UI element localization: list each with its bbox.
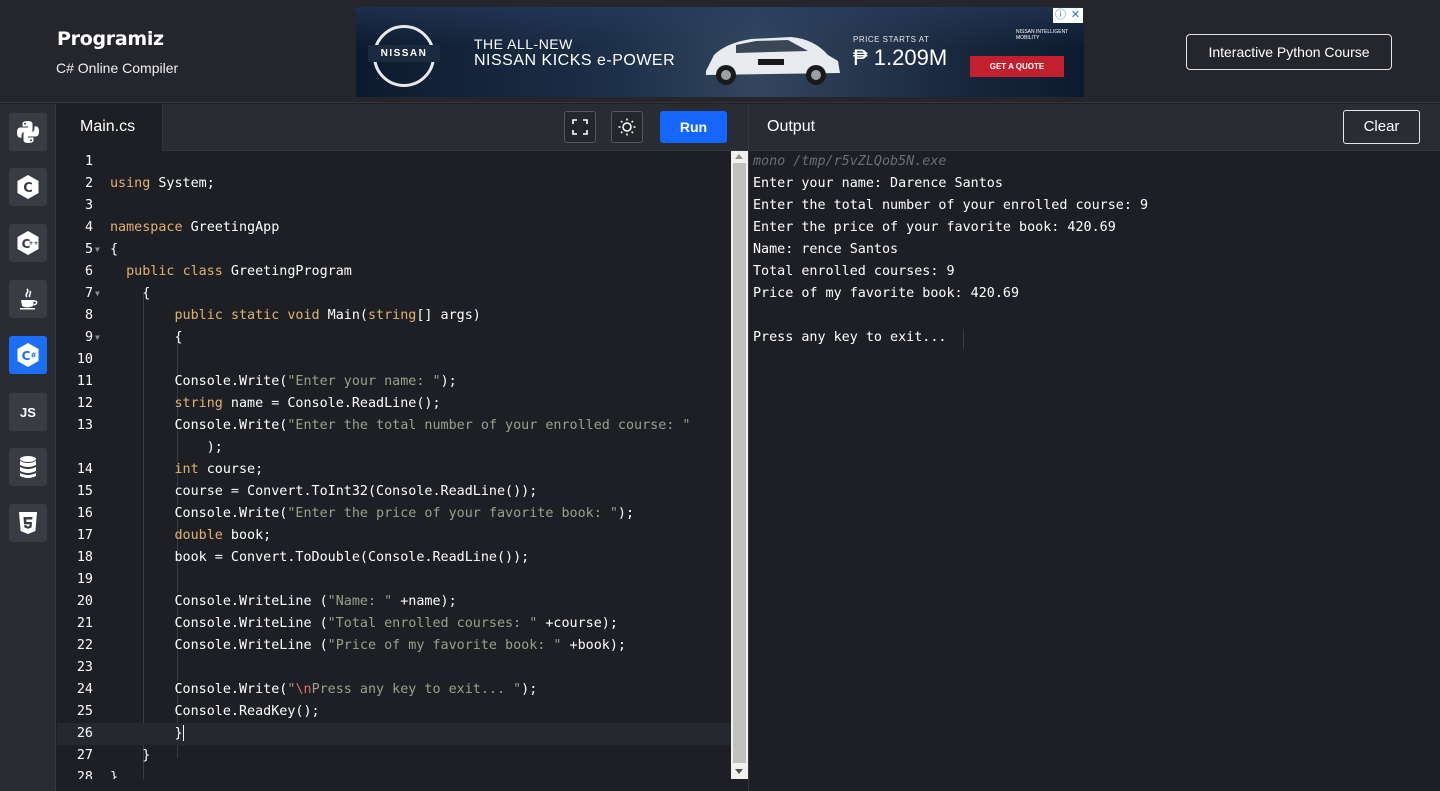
code-line: 19 — [76, 572, 93, 587]
code-line: 14 int course; — [76, 462, 264, 477]
code-line: 15 course = Convert.ToInt32(Console.Read… — [76, 484, 538, 499]
html5-icon — [19, 512, 37, 534]
js-icon: JS — [20, 404, 36, 420]
svg-text:C: C — [23, 181, 33, 196]
ad-headline-2: NISSAN KICKS e-POWER — [474, 52, 676, 69]
code-line: 21 Console.WriteLine ("Total enrolled co… — [76, 616, 618, 631]
theme-toggle-button[interactable] — [611, 111, 643, 143]
language-sidebar: C C ++ C # JS — [0, 104, 56, 791]
fullscreen-button[interactable] — [564, 111, 596, 143]
code-line: 28} — [76, 770, 119, 779]
code-line: 4 namespace GreetingApp — [84, 220, 280, 235]
html-language-button[interactable] — [9, 504, 47, 542]
ad-info-icon[interactable]: ⓘ — [1053, 8, 1068, 23]
output-line: Price of my favorite book: 420.69 — [753, 286, 1020, 301]
svg-text:++: ++ — [28, 240, 38, 247]
get-quote-button[interactable]: GET A QUOTE — [970, 56, 1064, 77]
code-line: 22 Console.WriteLine ("Price of my favor… — [76, 638, 626, 653]
code-line-wrap: ); — [110, 440, 223, 455]
js-language-button[interactable]: JS — [9, 393, 47, 431]
file-tab-main[interactable]: Main.cs — [57, 104, 163, 151]
scroll-down-arrow-icon[interactable] — [735, 769, 743, 774]
ad-brand-tagline: NISSAN INTELLIGENT MOBILITY — [1016, 29, 1069, 41]
output-line: Name: rence Santos — [753, 242, 899, 257]
ad-close-icon[interactable]: ✕ — [1068, 8, 1083, 23]
fold-arrow-icon: ▼ — [95, 333, 100, 342]
c-language-button[interactable]: C — [9, 168, 47, 206]
c-icon: C — [17, 175, 39, 199]
fold-arrow-icon: ▼ — [95, 245, 100, 254]
car-image — [706, 37, 840, 85]
sun-icon — [618, 118, 636, 136]
code-line-active: 26 } — [57, 723, 731, 745]
ad-price-label: PRICE STARTS AT — [853, 35, 930, 44]
ad-price: ₱ 1.209M — [853, 45, 948, 70]
code-line: 24 Console.Write("\nPress any key to exi… — [76, 682, 538, 697]
database-icon — [20, 456, 36, 478]
ad-headline-1: THE ALL-NEW — [474, 36, 573, 52]
code-line: 7 ▼ { — [57, 283, 731, 305]
csharp-icon: C # — [17, 343, 39, 367]
code-line: 12 string name = Console.ReadLine(); — [76, 396, 441, 411]
output-cursor — [963, 329, 964, 349]
scrollbar-thumb[interactable] — [733, 163, 746, 763]
nissan-logo-text: NISSAN — [368, 45, 440, 62]
code-line: 11 Console.Write("Enter your name: "); — [76, 374, 457, 389]
code-line: 2 using System; — [84, 176, 215, 191]
fullscreen-icon — [572, 119, 588, 135]
code-line: 5 ▼{ — [57, 239, 731, 261]
header: Programiz C# Online Compiler NISSAN THE … — [0, 0, 1440, 103]
python-language-button[interactable] — [9, 113, 47, 151]
page-subtitle: C# Online Compiler — [56, 60, 179, 76]
programiz-logo[interactable]: Programiz — [57, 28, 164, 50]
svg-text:C: C — [22, 349, 31, 363]
code-line: 25 Console.ReadKey(); — [76, 704, 320, 719]
run-button[interactable]: Run — [660, 111, 727, 143]
output-line: Total enrolled courses: 9 — [753, 264, 955, 279]
output-line: Enter the total number of your enrolled … — [753, 198, 1149, 213]
output-line: Enter your name: Darence Santos — [753, 176, 1003, 191]
code-line: 20 Console.WriteLine ("Name: " +name); — [76, 594, 457, 609]
fold-arrow-icon: ▼ — [95, 289, 100, 298]
java-icon — [20, 288, 38, 310]
code-line: 27 } — [76, 748, 151, 763]
code-line: 6 public class GreetingProgram — [84, 264, 352, 279]
java-language-button[interactable] — [9, 280, 47, 318]
interactive-python-course-button[interactable]: Interactive Python Course — [1186, 34, 1392, 70]
output-command-line: mono /tmp/r5vZLQob5N.exe — [753, 154, 947, 169]
cpp-language-button[interactable]: C ++ — [9, 224, 47, 262]
output-line: Press any key to exit... — [753, 330, 947, 345]
sql-language-button[interactable] — [9, 448, 47, 486]
output-title: Output — [767, 118, 816, 135]
text-cursor — [182, 725, 184, 741]
code-line: 8 public static void Main(string[] args) — [84, 308, 481, 323]
code-line: 23 — [76, 660, 93, 675]
code-editor[interactable]: 1 2 using System; 3 4 namespace GreetingAp… — [57, 151, 731, 779]
svg-text:#: # — [31, 352, 37, 360]
code-line: 10 — [76, 352, 93, 367]
cpp-icon: C ++ — [17, 231, 39, 255]
clear-button[interactable]: Clear — [1343, 110, 1420, 144]
scroll-up-arrow-icon[interactable] — [735, 154, 743, 159]
code-line: 1 — [84, 154, 93, 169]
editor-toolbar: Main.cs Run — [57, 104, 748, 151]
code-line: 9 ▼ { — [57, 327, 731, 349]
editor-scrollbar[interactable] — [731, 151, 748, 779]
code-line: 17 double book; — [76, 528, 272, 543]
code-line: 13 Console.Write("Enter the total number… — [76, 418, 691, 433]
advertisement-banner[interactable]: NISSAN THE ALL-NEW NISSAN KICKS e-POWER … — [356, 7, 1084, 97]
csharp-language-button[interactable]: C # — [9, 336, 47, 374]
code-line: 16 Console.Write("Enter the price of you… — [76, 506, 635, 521]
output-toolbar: Output Clear — [748, 104, 1440, 151]
code-line: 3 — [84, 198, 93, 213]
output-console[interactable]: mono /tmp/r5vZLQob5N.exe Enter your name… — [748, 151, 1440, 791]
output-line: Enter the price of your favorite book: 4… — [753, 220, 1116, 235]
python-icon — [17, 121, 39, 143]
code-line: 18 book = Convert.ToDouble(Console.ReadL… — [76, 550, 530, 565]
